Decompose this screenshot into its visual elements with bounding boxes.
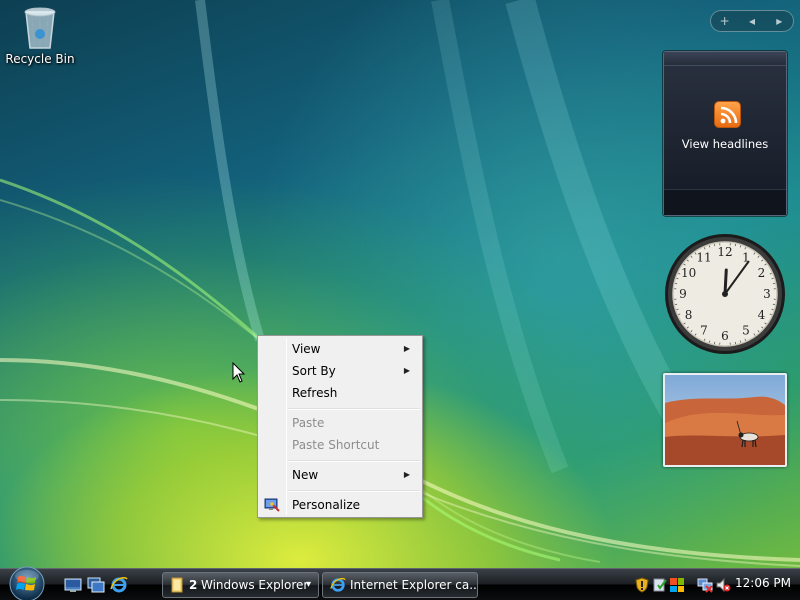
- add-gadget-button[interactable]: +: [715, 14, 735, 28]
- menu-separator: [288, 490, 420, 492]
- feed-headlines-gadget[interactable]: View headlines: [663, 51, 787, 216]
- menu-item-label: Refresh: [292, 386, 338, 400]
- menu-separator: [288, 460, 420, 462]
- internet-explorer-icon[interactable]: [110, 576, 128, 594]
- rss-icon: [714, 101, 741, 128]
- internet-explorer-icon: [330, 577, 346, 592]
- menu-item-personalize[interactable]: Personalize: [260, 494, 420, 516]
- view-headlines-link[interactable]: View headlines: [664, 137, 786, 151]
- clock-number: 3: [763, 287, 771, 301]
- clock-number: 4: [758, 308, 766, 322]
- slideshow-image: [665, 375, 785, 465]
- desktop-context-menu: View ▶ Sort By ▶ Refresh Paste Paste Sho…: [257, 335, 423, 518]
- menu-item-label: New: [292, 468, 319, 482]
- previous-gadget-page-button[interactable]: ◂: [742, 14, 762, 28]
- gadget-header: [664, 52, 786, 66]
- menu-item-paste-shortcut[interactable]: Paste Shortcut: [260, 434, 420, 456]
- menu-item-paste[interactable]: Paste: [260, 412, 420, 434]
- clock-number: 9: [679, 287, 687, 301]
- sidebar-controls: + ◂ ▸: [710, 10, 794, 32]
- taskbar-button-windows-explorer[interactable]: 2 Windows Explorer ▾: [162, 572, 319, 598]
- taskbar-clock[interactable]: 12:06 PM: [735, 576, 791, 590]
- clock-gadget[interactable]: 12 1234567891011: [663, 232, 787, 356]
- recycle-bin-icon: [24, 7, 56, 49]
- volume-muted-icon[interactable]: [715, 577, 731, 593]
- submenu-arrow-icon: ▶: [403, 366, 410, 375]
- clock-number: 8: [685, 308, 693, 322]
- show-desktop-icon[interactable]: [64, 576, 82, 594]
- menu-item-refresh[interactable]: Refresh: [260, 382, 420, 404]
- clock-number: 6: [721, 329, 729, 343]
- menu-item-label: Paste Shortcut: [292, 438, 380, 452]
- menu-item-label: View: [292, 342, 321, 356]
- clock-hour-hand: [723, 268, 728, 296]
- taskbar-button-label: Internet Explorer ca...: [350, 578, 478, 592]
- chevron-down-icon[interactable]: ▾: [306, 573, 311, 597]
- network-icon[interactable]: [697, 577, 713, 593]
- window-group-count: 2: [189, 578, 198, 592]
- clock-number: 5: [742, 323, 750, 337]
- menu-item-view[interactable]: View ▶: [260, 338, 420, 360]
- submenu-arrow-icon: ▶: [403, 470, 410, 479]
- menu-item-label: Paste: [292, 416, 325, 430]
- start-button[interactable]: [6, 565, 48, 600]
- taskbar-button-internet-explorer[interactable]: Internet Explorer ca...: [322, 572, 478, 598]
- gadget-footer: [664, 189, 786, 215]
- clock-number: 11: [696, 251, 711, 265]
- clock-number: 2: [758, 266, 766, 280]
- menu-item-sort-by[interactable]: Sort By ▶: [260, 360, 420, 382]
- slideshow-gadget[interactable]: [663, 373, 787, 467]
- recycle-bin-label: Recycle Bin: [5, 52, 75, 66]
- clock-number: 7: [700, 323, 708, 337]
- taskbar-button-label: Windows Explorer: [201, 578, 309, 592]
- folder-icon: [171, 577, 183, 593]
- windows-update-icon[interactable]: [669, 577, 685, 593]
- personalize-icon: [264, 498, 280, 512]
- recycle-bin[interactable]: Recycle Bin: [4, 2, 76, 66]
- menu-item-label: Personalize: [292, 498, 361, 512]
- clock-number: 12: [717, 245, 732, 259]
- security-shield-icon[interactable]: [634, 577, 650, 593]
- menu-separator: [288, 408, 420, 410]
- menu-item-label: Sort By: [292, 364, 336, 378]
- clock-number: 10: [681, 266, 696, 280]
- menu-item-new[interactable]: New ▶: [260, 464, 420, 486]
- switch-windows-icon[interactable]: [87, 576, 105, 594]
- submenu-arrow-icon: ▶: [403, 344, 410, 353]
- taskbar: 2 Windows Explorer ▾ Internet Explorer c…: [0, 565, 800, 600]
- windows-defender-icon[interactable]: [652, 577, 668, 593]
- next-gadget-page-button[interactable]: ▸: [769, 14, 789, 28]
- mouse-pointer-icon: [232, 362, 246, 383]
